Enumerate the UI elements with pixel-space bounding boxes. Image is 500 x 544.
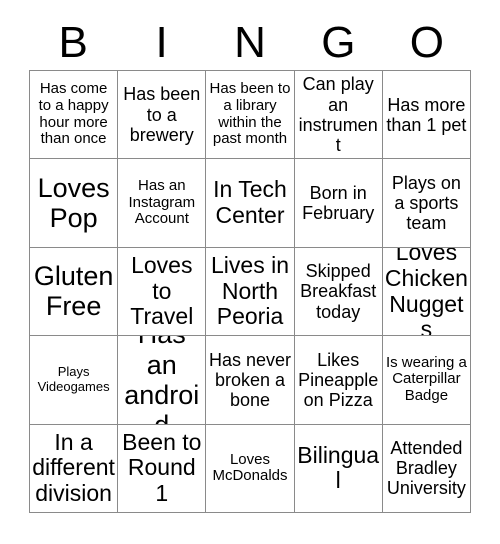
bingo-square-text: Lives in North Peoria <box>211 251 289 330</box>
bingo-square[interactable]: Has come to a happy hour more than once <box>30 71 119 160</box>
bingo-square[interactable]: Plays Videogames <box>30 336 119 425</box>
bingo-square[interactable]: Has been to a brewery <box>118 71 207 160</box>
bingo-square-text: Gluten Free <box>33 261 114 322</box>
bingo-square[interactable]: Loves Chicken Nuggets <box>382 247 471 337</box>
bingo-square[interactable]: Has never broken a bone <box>206 336 295 425</box>
bingo-square[interactable]: Can play an instrument <box>294 71 383 160</box>
bingo-header-letter-o: O <box>409 18 444 67</box>
bingo-header-letter-i: I <box>155 18 168 67</box>
bingo-square[interactable]: Loves to Travel <box>118 247 207 337</box>
bingo-square[interactable]: Has an Instagram Account <box>118 159 207 248</box>
bingo-header-letter-n: N <box>234 18 266 67</box>
bingo-square-text: Likes Pineapple on Pizza <box>298 349 379 410</box>
bingo-square[interactable]: Loves Pop <box>30 159 119 248</box>
bingo-square[interactable]: Lives in North Peoria <box>206 247 295 337</box>
bingo-square-text: Has been to a library within the past mo… <box>209 80 291 148</box>
bingo-square-text: Attended Bradley University <box>386 438 466 499</box>
bingo-square[interactable]: Plays on a sports team <box>382 159 471 248</box>
bingo-square-text: Has come to a happy hour more than once <box>38 80 109 148</box>
bingo-square[interactable]: Has an android <box>118 336 207 425</box>
bingo-square[interactable]: Born in February <box>294 159 383 248</box>
bingo-square-text: Is wearing a Caterpillar Badge <box>385 353 467 405</box>
bingo-header-letter-g: G <box>321 18 356 67</box>
bingo-square[interactable]: Has more than 1 pet <box>382 71 471 160</box>
bingo-square-text: Plays on a sports team <box>391 172 461 234</box>
bingo-header-letter-b: B <box>58 18 88 67</box>
bingo-square[interactable]: Gluten Free <box>30 247 119 337</box>
bingo-square[interactable]: In Tech Center <box>206 159 295 248</box>
bingo-square-text: Has never broken a bone <box>208 349 292 410</box>
bingo-square-text: Has more than 1 pet <box>386 94 467 135</box>
bingo-square-text: Has an Instagram Account <box>128 176 196 228</box>
bingo-square[interactable]: Likes Pineapple on Pizza <box>294 336 383 425</box>
bingo-card-page: B I N G O Has come to a happy hour more … <box>0 0 500 544</box>
bingo-square-text: Has been to a brewery <box>123 84 201 145</box>
bingo-square-text: Plays Videogames <box>37 364 110 394</box>
bingo-square-text: Been to Round 1 <box>122 428 202 507</box>
bingo-square[interactable]: Skipped Breakfast today <box>294 247 383 337</box>
bingo-square[interactable]: Been to Round 1 <box>118 424 207 513</box>
bingo-square-text: Has an android <box>124 336 200 423</box>
bingo-square-text: Loves Chicken Nuggets <box>384 247 468 337</box>
bingo-square-text: Skipped Breakfast today <box>300 261 377 322</box>
bingo-square-text: Bilingual <box>297 441 380 494</box>
bingo-square-text: Loves Pop <box>37 172 110 234</box>
bingo-square-text: Loves to Travel <box>130 251 194 330</box>
bingo-square[interactable]: Bilingual <box>294 424 383 513</box>
bingo-square-text: In Tech Center <box>213 176 287 229</box>
bingo-square-text: Can play an instrument <box>298 74 378 155</box>
bingo-square[interactable]: Has been to a library within the past mo… <box>206 71 295 160</box>
bingo-square[interactable]: In a different division <box>30 424 119 513</box>
bingo-square-text: Born in February <box>302 182 375 224</box>
bingo-square-text: In a different division <box>32 428 115 507</box>
bingo-square[interactable]: Is wearing a Caterpillar Badge <box>382 336 471 425</box>
bingo-square[interactable]: Loves McDonalds <box>206 424 295 513</box>
bingo-square[interactable]: Attended Bradley University <box>382 424 471 513</box>
bingo-header-letters: B I N G O <box>29 16 471 70</box>
bingo-square-text: Loves McDonalds <box>212 450 288 485</box>
bingo-grid: Has come to a happy hour more than once … <box>29 70 471 513</box>
